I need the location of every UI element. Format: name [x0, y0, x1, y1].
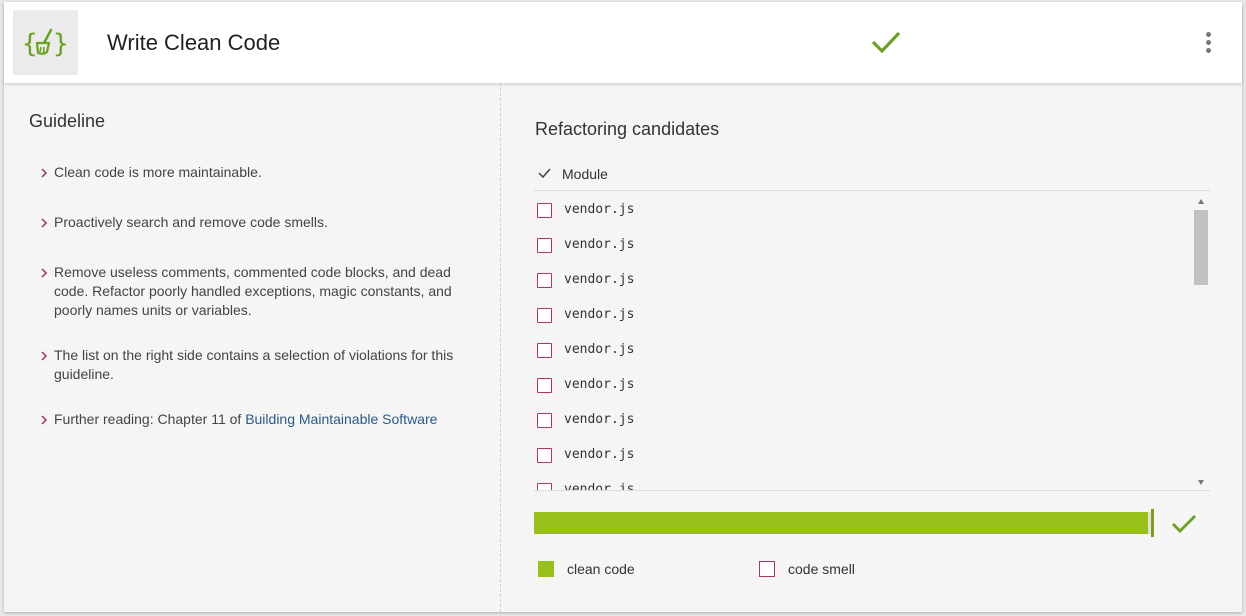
- list-item[interactable]: vendor.js: [534, 262, 1194, 297]
- further-reading-text: Further reading: Chapter 11 of: [54, 411, 246, 427]
- book-link[interactable]: Building Maintainable Software: [245, 411, 437, 427]
- chevron-right-icon: [41, 218, 48, 228]
- candidate-checkbox[interactable]: [537, 308, 552, 323]
- code-smell-swatch: [759, 561, 775, 577]
- widget-card: { } Write Clean Code Guideline Clean cod…: [4, 2, 1242, 612]
- code-broom-icon: { }: [13, 10, 78, 75]
- module-column-label: Module: [562, 166, 608, 182]
- scroll-down-icon[interactable]: [1198, 480, 1204, 485]
- chevron-right-icon: [41, 168, 48, 178]
- list-item[interactable]: vendor.js: [534, 192, 1194, 227]
- module-name: vendor.js: [564, 202, 635, 217]
- module-name: vendor.js: [564, 412, 635, 427]
- clean-code-swatch: [538, 561, 554, 577]
- module-name: vendor.js: [564, 307, 635, 322]
- legend-label: code smell: [788, 561, 855, 577]
- guideline-item: Proactively search and remove code smell…: [40, 213, 480, 232]
- legend-label: clean code: [567, 561, 635, 577]
- candidate-checkbox[interactable]: [537, 273, 552, 288]
- list-item[interactable]: vendor.js: [534, 332, 1194, 367]
- svg-text:}: }: [53, 29, 69, 59]
- scroll-up-icon[interactable]: [1198, 199, 1204, 204]
- progress-fill: [534, 512, 1148, 534]
- clean-code-progress-bar: [534, 509, 1154, 537]
- refactoring-heading: Refactoring candidates: [535, 119, 720, 139]
- candidate-checkbox[interactable]: [537, 343, 552, 358]
- module-name: vendor.js: [564, 377, 635, 392]
- candidate-checkbox[interactable]: [537, 378, 552, 393]
- candidate-checkbox[interactable]: [537, 448, 552, 463]
- module-name: vendor.js: [564, 482, 635, 491]
- module-name: vendor.js: [564, 447, 635, 462]
- chevron-right-icon: [41, 415, 48, 425]
- guideline-heading: Guideline: [29, 111, 106, 131]
- module-name: vendor.js: [564, 342, 635, 357]
- header: { } Write Clean Code: [4, 2, 1242, 83]
- list-item[interactable]: vendor.js: [534, 437, 1194, 472]
- list-item[interactable]: vendor.js: [534, 472, 1194, 491]
- list-item[interactable]: vendor.js: [534, 402, 1194, 437]
- module-name: vendor.js: [564, 272, 635, 287]
- candidate-checkbox[interactable]: [537, 413, 552, 428]
- more-options-icon[interactable]: [1200, 32, 1216, 58]
- scrollbar-thumb[interactable]: [1194, 210, 1208, 285]
- svg-text:{: {: [22, 29, 38, 59]
- check-icon: [538, 168, 551, 179]
- list-item[interactable]: vendor.js: [534, 227, 1194, 262]
- chevron-right-icon: [41, 351, 48, 361]
- list-item[interactable]: vendor.js: [534, 367, 1194, 402]
- list-item[interactable]: vendor.js: [534, 297, 1194, 332]
- module-column-header[interactable]: Module: [534, 160, 1210, 191]
- guideline-item: Clean code is more maintainable.: [40, 163, 480, 182]
- module-name: vendor.js: [564, 237, 635, 252]
- candidate-checkbox[interactable]: [537, 238, 552, 253]
- list-scrollbar[interactable]: [1194, 192, 1208, 490]
- candidate-checkbox[interactable]: [537, 203, 552, 218]
- guideline-item: Further reading: Chapter 11 of Building …: [40, 410, 480, 429]
- guideline-panel: Guideline Clean code is more maintainabl…: [4, 83, 501, 612]
- candidate-list[interactable]: vendor.js vendor.js vendor.js vendor.js …: [534, 192, 1210, 491]
- check-icon: [1172, 515, 1196, 533]
- candidate-checkbox[interactable]: [537, 483, 552, 490]
- check-icon: [871, 31, 901, 54]
- refactoring-panel: Refactoring candidates Module vendor.js …: [502, 83, 1242, 612]
- progress-marker: [1151, 509, 1154, 537]
- guideline-item: The list on the right side contains a se…: [40, 346, 480, 384]
- guideline-item: Remove useless comments, commented code …: [40, 263, 480, 320]
- page-title: Write Clean Code: [107, 30, 281, 55]
- chevron-right-icon: [41, 268, 48, 278]
